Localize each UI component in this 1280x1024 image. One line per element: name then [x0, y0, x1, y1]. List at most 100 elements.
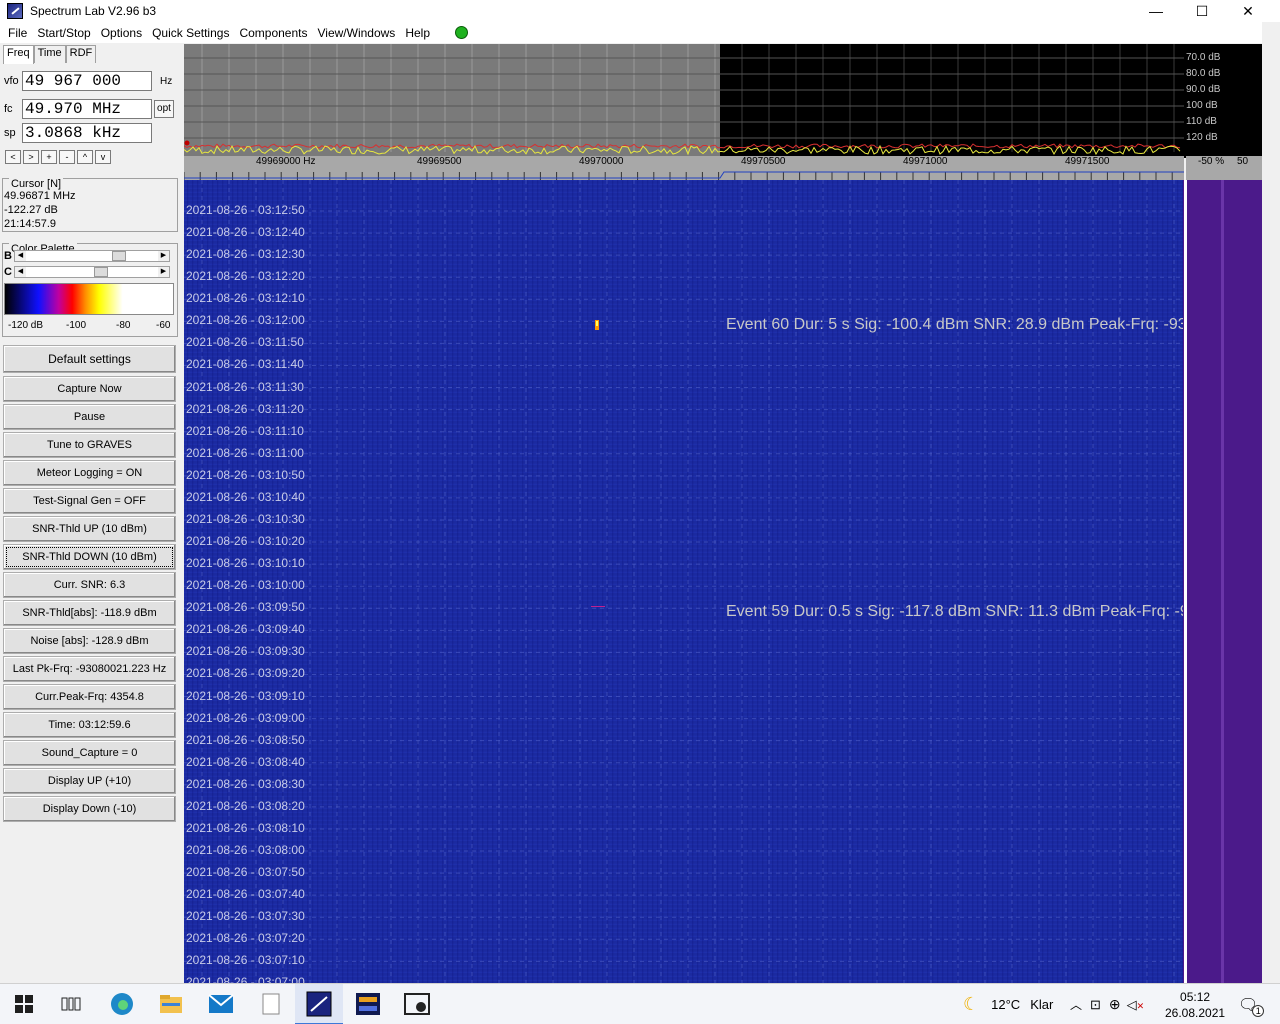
weather-condition: Klar [1030, 997, 1054, 1012]
level-up-button[interactable]: ^ [77, 150, 93, 164]
event-60-label: Event 60 Dur: 5 s Sig: -100.4 dBm SNR: 2… [726, 316, 1183, 333]
freq-label-49970500: 49970500 [741, 156, 786, 167]
menu-quick-settings[interactable]: Quick Settings [147, 26, 234, 40]
last-pk-frq-button[interactable]: Last Pk-Frq: -93080021.223 Hz [3, 656, 176, 682]
palette-label-60: -60 [156, 320, 171, 331]
app-icon[interactable] [7, 3, 23, 19]
palette-label-100: -100 [66, 320, 87, 331]
db-label-100: 100 dB [1186, 100, 1218, 111]
volume-muted-icon[interactable]: ◁✕ [1127, 997, 1145, 1013]
zoom-in-button[interactable]: + [41, 150, 57, 164]
freq-label-49969000: 49969000 Hz [256, 156, 316, 167]
arrow-right-icon[interactable]: ▶ [158, 267, 169, 277]
device-icon[interactable]: ⊡ [1090, 997, 1101, 1013]
tab-freq[interactable]: Freq [3, 45, 34, 64]
waterfall-display[interactable]: 2021-08-26 - 03:12:50 2021-08-26 - 03:12:… [184, 180, 1183, 983]
run-status-icon[interactable] [455, 26, 468, 39]
snr-thld-abs-button[interactable]: SNR-Thld[abs]: -118.9 dBm [3, 600, 176, 626]
menu-options[interactable]: Options [96, 26, 147, 40]
windows-start-icon[interactable] [11, 992, 37, 1016]
db-label-120: 120 dB [1186, 132, 1218, 143]
strip-divider [1184, 180, 1187, 983]
waterfall-time-label: 2021-08-26 - 03:07:10 [186, 953, 305, 968]
level-down-button[interactable]: v [95, 150, 111, 164]
tab-rdf[interactable]: RDF [65, 45, 97, 63]
screen-capture-icon[interactable] [404, 992, 430, 1016]
contrast-thumb[interactable] [94, 267, 109, 277]
menu-file[interactable]: File [3, 26, 32, 40]
vfo-field[interactable]: 49 967 000 [22, 71, 152, 91]
meteor-echo-event-59 [591, 606, 605, 607]
vfo-unit: Hz [160, 75, 173, 87]
arrow-left-icon[interactable]: ◀ [15, 251, 26, 261]
curr-snr-button[interactable]: Curr. SNR: 6.3 [3, 572, 176, 598]
capture-now-button[interactable]: Capture Now [3, 376, 176, 402]
snr-thld-down-button[interactable]: SNR-Thld DOWN (10 dBm) [3, 544, 176, 570]
clock-time: 05:12 [1180, 989, 1211, 1004]
weather-widget[interactable]: ☾ 12°C Klar [963, 984, 1053, 1024]
fc-field[interactable]: 49.970 MHz [22, 99, 152, 119]
winrad-app-icon[interactable] [355, 992, 381, 1016]
fc-opt-button[interactable]: opt [154, 100, 174, 118]
system-clock[interactable]: 05:12 26.08.2021 [1165, 984, 1225, 1024]
meteor-logging-button[interactable]: Meteor Logging = ON [3, 460, 176, 486]
task-view-icon[interactable] [58, 992, 84, 1016]
snr-thld-up-button[interactable]: SNR-Thld UP (10 dBm) [3, 516, 176, 542]
freq-nav-buttons: < > + - ^ v [5, 150, 111, 164]
noise-abs-button[interactable]: Noise [abs]: -128.9 dBm [3, 628, 176, 654]
meteor-echo-core [596, 321, 598, 326]
brightness-slider[interactable]: ◀ ▶ [14, 250, 170, 262]
frequency-axis[interactable]: 49969000 Hz 49969500 49970000 49970500 4… [184, 156, 1184, 180]
waterfall-time-label: 2021-08-26 - 03:09:00 [186, 710, 305, 725]
mail-icon[interactable] [208, 992, 234, 1016]
title-bar: Spectrum Lab V2.96 b3 — ☐ ✕ [0, 0, 1280, 22]
notepad-icon[interactable] [258, 992, 284, 1016]
window-right-edge [1262, 22, 1280, 983]
menu-view-windows[interactable]: View/Windows [313, 26, 401, 40]
menu-help[interactable]: Help [400, 26, 435, 40]
span-field[interactable]: 3.0868 kHz [22, 123, 152, 143]
test-signal-gen-button[interactable]: Test-Signal Gen = OFF [3, 488, 176, 514]
waterfall-grid-svg [184, 180, 1183, 983]
arrow-right-icon[interactable]: ▶ [158, 251, 169, 261]
waterfall-time-label: 2021-08-26 - 03:07:30 [186, 909, 305, 924]
edge-browser-icon[interactable] [109, 992, 135, 1016]
waterfall-grid [184, 180, 1183, 983]
db-label-70: 70.0 dB [1186, 52, 1221, 63]
waterfall-time-label: 2021-08-26 - 03:10:30 [186, 511, 305, 526]
menu-components[interactable]: Components [234, 26, 312, 40]
zoom-out-button[interactable]: - [59, 150, 75, 164]
time-button[interactable]: Time: 03:12:59.6 [3, 712, 176, 738]
sound-capture-button[interactable]: Sound_Capture = 0 [3, 740, 176, 766]
menu-start-stop[interactable]: Start/Stop [32, 26, 95, 40]
pct-label-50: 50 [1237, 156, 1249, 167]
contrast-slider[interactable]: ◀ ▶ [14, 266, 170, 278]
display-up-button[interactable]: Display UP (+10) [3, 768, 176, 794]
display-down-button[interactable]: Display Down (-10) [3, 796, 176, 822]
freq-left-button[interactable]: < [5, 150, 21, 164]
chevron-up-icon[interactable]: ︿ [1070, 996, 1082, 1013]
system-tray: ︿ ⊡ ⊕ ◁✕ [1070, 984, 1144, 1024]
waterfall-time-label: 2021-08-26 - 03:09:50 [186, 600, 305, 615]
taskbar: ☾ 12°C Klar ︿ ⊡ ⊕ ◁✕ 05:12 26.08.2021 🗨 … [0, 983, 1280, 1024]
arrow-left-icon[interactable]: ◀ [15, 267, 26, 277]
network-icon[interactable]: ⊕ [1109, 996, 1121, 1013]
brightness-thumb[interactable] [112, 251, 127, 261]
spectrum-lab-taskbar-icon[interactable] [295, 984, 343, 1024]
notification-center[interactable]: 🗨 1 [1238, 984, 1265, 1024]
maximize-button[interactable]: ☐ [1179, 0, 1225, 22]
freq-right-button[interactable]: > [23, 150, 39, 164]
fc-label: fc [4, 103, 13, 115]
pause-button[interactable]: Pause [3, 404, 176, 430]
curr-peak-frq-button[interactable]: Curr.Peak-Frq: 4354.8 [3, 684, 176, 710]
spectrum-graph[interactable]: 70.0 dB 80.0 dB 90.0 dB 100 dB 110 dB 12… [184, 44, 1262, 158]
tune-to-graves-button[interactable]: Tune to GRAVES [3, 432, 176, 458]
tab-time[interactable]: Time [33, 45, 66, 63]
default-settings-button[interactable]: Default settings [3, 345, 176, 373]
minimize-button[interactable]: — [1133, 0, 1179, 22]
freq-label-49970000: 49970000 [579, 156, 624, 167]
close-button[interactable]: ✕ [1225, 0, 1271, 22]
waterfall-time-label: 2021-08-26 - 03:09:40 [186, 622, 305, 637]
palette-label-min: -120 dB [8, 320, 44, 331]
file-explorer-icon[interactable] [158, 992, 184, 1016]
